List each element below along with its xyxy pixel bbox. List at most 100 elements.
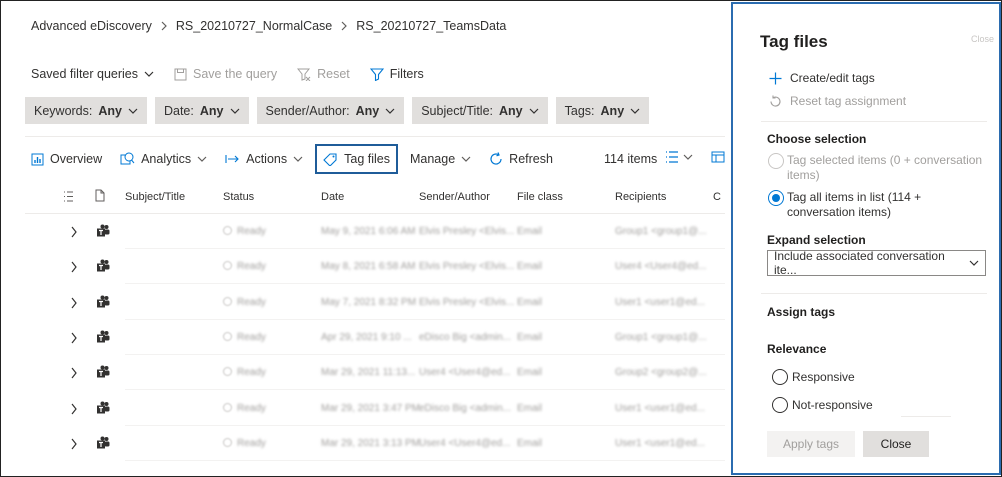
cell-sender: Elvis Presley <Elvis... [419, 226, 515, 237]
column-header-date[interactable]: Date [321, 191, 344, 203]
table-row[interactable]: Ready Mar 29, 2021 3:13 PM User4 <User4@ed… [25, 426, 725, 461]
filters-button[interactable]: Filters [369, 67, 424, 81]
expand-row-chevron-icon[interactable] [70, 438, 78, 450]
breadcrumb-case[interactable]: RS_20210727_NormalCase [176, 19, 332, 33]
radio-responsive[interactable] [772, 369, 788, 385]
status-indicator-icon [223, 437, 232, 447]
table-row[interactable]: Ready Mar 29, 2021 11:13... User4 <User4@e… [25, 355, 725, 391]
filter-chip-keywords[interactable]: Keywords: Any [25, 97, 147, 124]
column-header-sender[interactable]: Sender/Author [419, 191, 490, 203]
relevance-heading: Relevance [767, 342, 827, 356]
table-row[interactable]: Ready May 9, 2021 6:06 AM Elvis Presley <E… [25, 214, 725, 249]
tag-files-button[interactable]: Tag files [315, 144, 398, 174]
table-row[interactable]: Ready May 8, 2021 6:58 AM Elvis Presley <E… [25, 249, 725, 285]
save-query-button[interactable]: Save the query [174, 67, 277, 81]
analytics-icon [120, 152, 135, 166]
filter-chip-tags[interactable]: Tags: Any [555, 97, 650, 124]
teams-icon [96, 365, 110, 378]
cell-sender: User4 <User4@ed... [419, 367, 511, 379]
column-header-status[interactable]: Status [223, 191, 254, 203]
analytics-dropdown[interactable]: Analytics [114, 144, 213, 174]
refresh-button[interactable]: Refresh [483, 144, 559, 174]
breadcrumb-advanced-ediscovery[interactable]: Advanced eDiscovery [31, 19, 152, 33]
cell-sender: Elvis Presley <Elvis... [419, 296, 515, 308]
chevron-down-icon [683, 153, 693, 161]
saved-filter-queries-dropdown[interactable]: Saved filter queries [31, 67, 154, 81]
list-header-icon[interactable] [63, 191, 74, 202]
cell-status: Ready [237, 402, 266, 414]
cell-date: May 8, 2021 6:58 AM [321, 261, 416, 273]
file-type-header-icon [95, 189, 105, 202]
row-divider [125, 459, 725, 461]
divider [901, 416, 951, 417]
reset-tag-assignment-button[interactable]: Reset tag assignment [769, 94, 906, 108]
expand-row-chevron-icon[interactable] [70, 367, 78, 379]
filter-chip-label: Keywords: [34, 103, 93, 118]
overview-button[interactable]: Overview [25, 144, 108, 174]
radio-tag-all[interactable] [768, 190, 784, 206]
responsive-label: Responsive [792, 370, 855, 384]
cell-file-class: Email [517, 261, 543, 273]
filter-chips: Keywords: Any Date: Any Sender/Author: A… [25, 97, 650, 124]
reset-button[interactable]: Reset [297, 67, 350, 81]
column-header-subject[interactable]: Subject/Title [125, 191, 185, 203]
expand-row-chevron-icon[interactable] [70, 403, 78, 415]
breadcrumb-review-set: RS_20210727_TeamsData [356, 19, 507, 33]
cell-sender: User4 <User4@ed... [419, 437, 511, 449]
panel-title: Tag files [760, 32, 828, 51]
expand-row-chevron-icon[interactable] [70, 332, 78, 344]
arrow-right-icon [225, 154, 240, 164]
filter-chip-label: Date: [163, 103, 194, 118]
expand-selection-dropdown[interactable]: Include associated conversation ite... [767, 249, 986, 277]
expand-selection-heading: Expand selection [767, 233, 866, 247]
filter-chip-date[interactable]: Date: Any [154, 97, 249, 124]
filter-chip-value: Any [600, 103, 625, 118]
filter-chip-sender-author[interactable]: Sender/Author: Any [256, 97, 405, 124]
status-indicator-icon [223, 331, 232, 341]
radio-tag-selected[interactable] [768, 153, 784, 169]
status-indicator-icon [223, 402, 232, 412]
cell-file-class: Email [517, 402, 543, 414]
refresh-label: Refresh [509, 152, 553, 166]
expand-row-chevron-icon[interactable] [70, 226, 78, 238]
not-responsive-label: Not-responsive [792, 398, 873, 412]
actions-dropdown[interactable]: Actions [219, 144, 309, 174]
cell-status: Ready [237, 367, 266, 379]
filter-chip-subject-title[interactable]: Subject/Title: Any [412, 97, 548, 124]
view-options-dropdown[interactable] [665, 151, 693, 163]
create-edit-tags-label: Create/edit tags [790, 71, 875, 85]
radio-not-responsive[interactable] [772, 397, 788, 413]
chevron-right-icon [160, 21, 168, 31]
query-bar: Saved filter queries Save the query Rese… [31, 67, 444, 81]
filter-chip-label: Sender/Author: [265, 103, 350, 118]
column-header-file-class[interactable]: File class [517, 191, 563, 203]
close-button[interactable]: Close [863, 431, 929, 457]
item-count: 114 items [604, 152, 658, 166]
close-hint: Close [971, 34, 995, 44]
cell-status: Ready [237, 331, 266, 343]
cell-status: Ready [237, 437, 266, 449]
cell-date: Mar 29, 2021 11:13... [321, 367, 416, 379]
cell-file-class: Email [517, 367, 543, 379]
status-indicator-icon [223, 226, 232, 235]
reset-label: Reset [317, 67, 350, 81]
actions-label: Actions [246, 152, 288, 166]
create-edit-tags-button[interactable]: Create/edit tags [769, 71, 875, 85]
cell-date: Mar 29, 2021 3:47 PM [321, 402, 420, 414]
chevron-down-icon [293, 155, 303, 163]
manage-dropdown[interactable]: Manage [404, 144, 477, 174]
plus-icon [769, 72, 782, 85]
reset-tag-assignment-label: Reset tag assignment [790, 94, 907, 108]
filter-chip-value: Any [199, 103, 224, 118]
table-row[interactable]: Ready Mar 29, 2021 3:47 PM eDisco Big <adm… [25, 391, 725, 426]
column-options-icon[interactable] [711, 151, 725, 163]
expand-row-chevron-icon[interactable] [70, 261, 78, 273]
table-row[interactable]: Ready Apr 29, 2021 9:10 ... eDisco Big <ad… [25, 320, 725, 355]
apply-tags-button[interactable]: Apply tags [767, 431, 855, 457]
column-header-recipients[interactable]: Recipients [615, 191, 666, 203]
chevron-down-icon [630, 107, 640, 115]
column-header-more[interactable]: C [713, 191, 721, 203]
expand-row-chevron-icon[interactable] [70, 297, 78, 309]
cell-recipients: Group2 <group2@... [615, 367, 707, 379]
table-row[interactable]: Ready May 7, 2021 8:32 PM Elvis Presley <E… [25, 285, 725, 320]
